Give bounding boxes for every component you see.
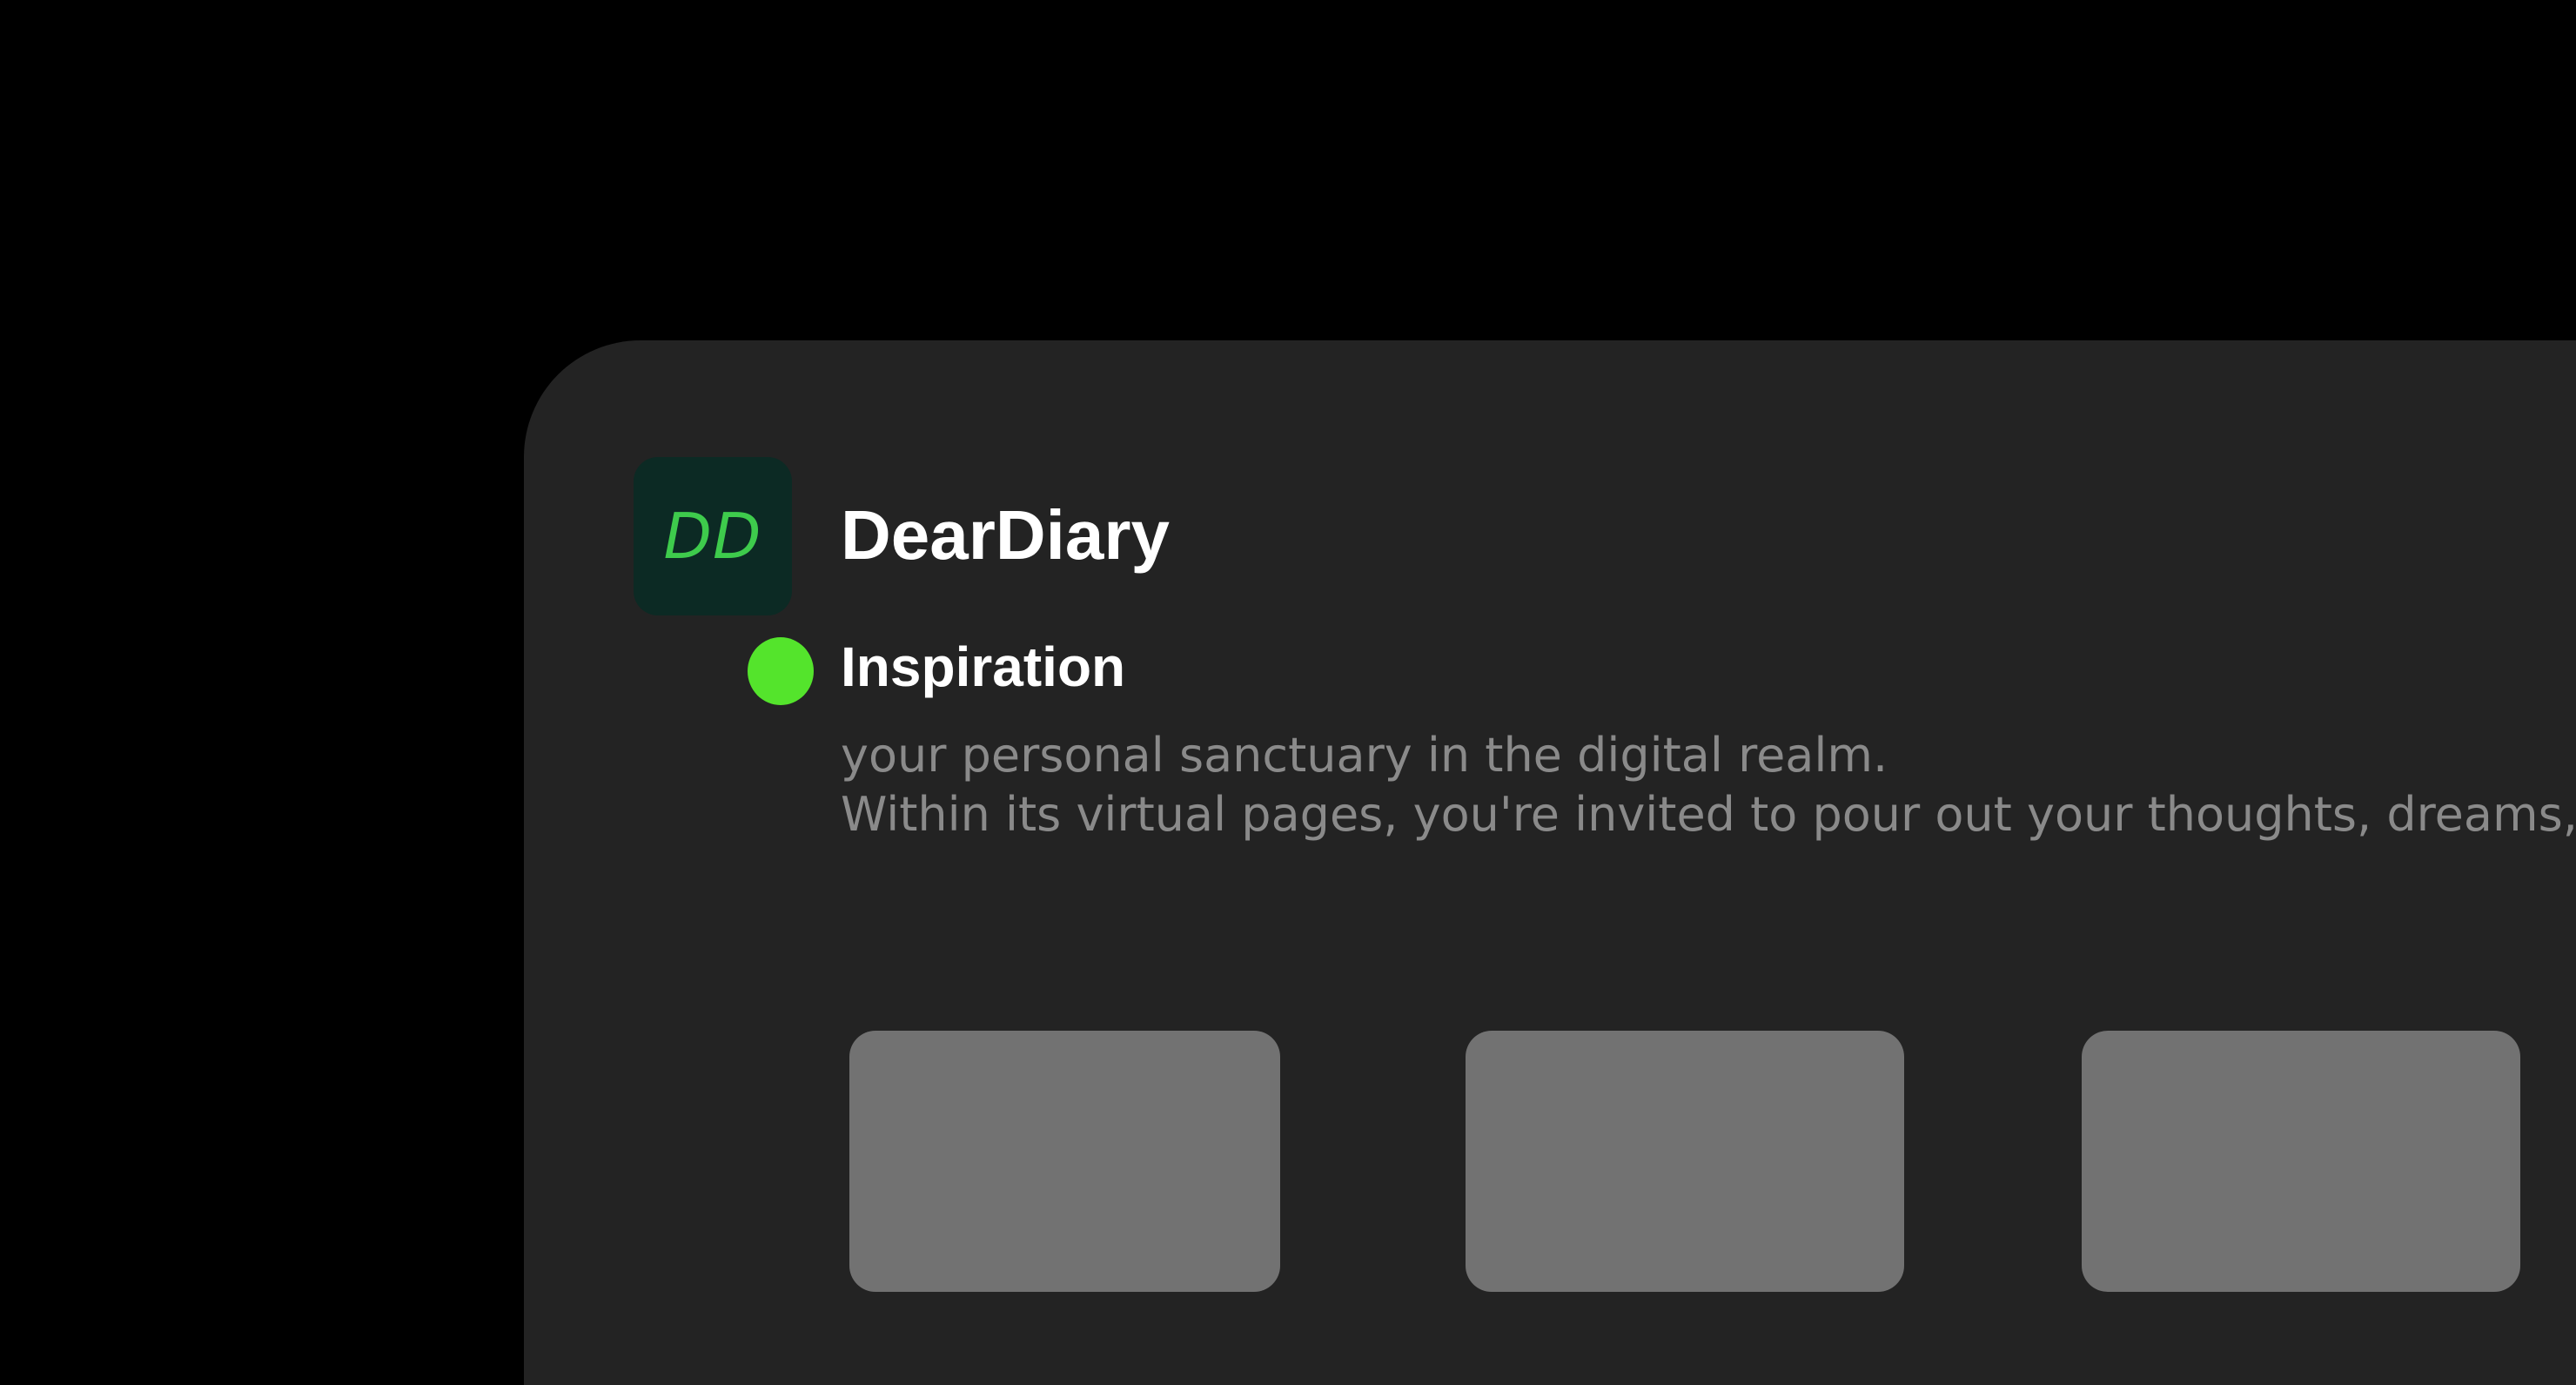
entry-card-2[interactable] bbox=[1466, 1031, 1904, 1292]
entry-card-1[interactable] bbox=[849, 1031, 1280, 1292]
app-logo: DD bbox=[634, 457, 792, 615]
logo-text: DD bbox=[663, 500, 762, 573]
section-title: Inspiration bbox=[841, 635, 1126, 698]
app-title: DearDiary bbox=[841, 496, 1171, 574]
description-line-2: Within its virtual pages, you're invited… bbox=[841, 787, 2576, 842]
status-dot-icon bbox=[748, 637, 814, 705]
description-line-1: your personal sanctuary in the digital r… bbox=[841, 728, 1888, 783]
entry-card-3[interactable] bbox=[2082, 1031, 2520, 1292]
